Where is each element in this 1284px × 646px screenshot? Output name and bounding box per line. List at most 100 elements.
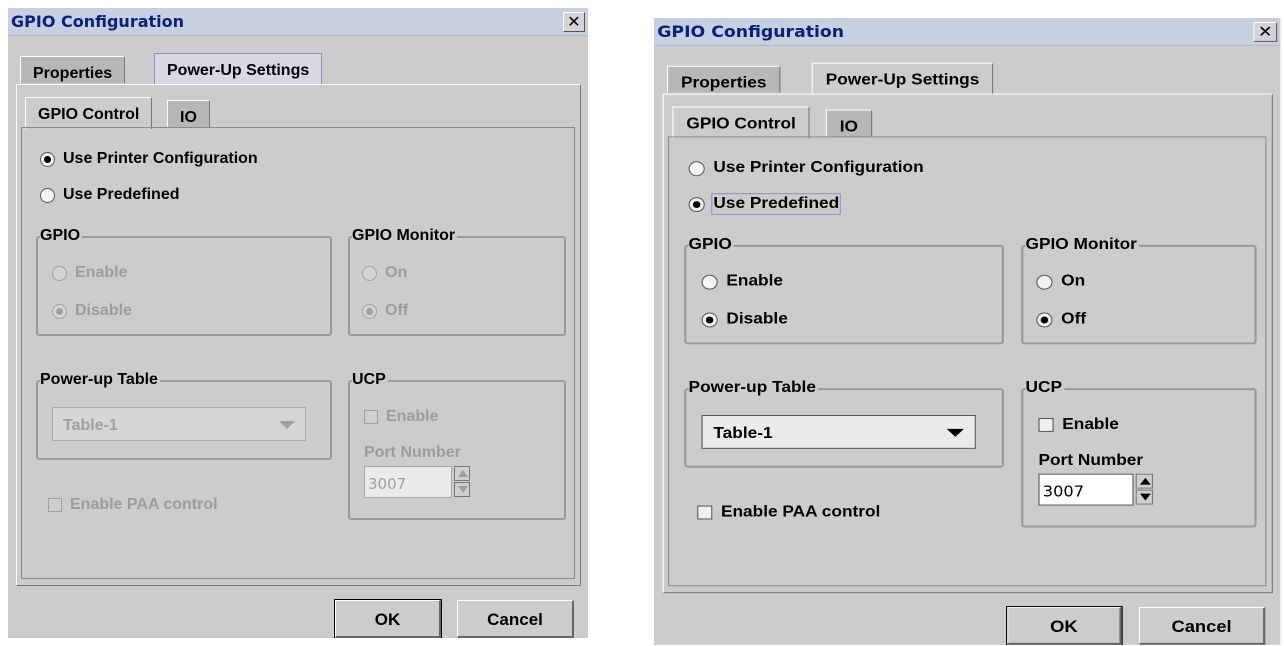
use-printer-config-label: Use Printer Configuration <box>713 159 924 177</box>
enable-paa-checkbox[interactable]: Enable PAA control <box>697 504 880 522</box>
ucp-group: UCP Enable Port Number 3007 <box>348 371 566 520</box>
use-printer-config-radio[interactable]: Use Printer Configuration <box>40 150 258 168</box>
gpio-disable-label: Disable <box>75 302 132 319</box>
gpio-control-panel: Use Printer Configuration Use Predefined… <box>21 127 575 579</box>
tab-power-up-settings-label: Power-Up Settings <box>167 62 310 79</box>
use-predefined-radio[interactable]: Use Predefined <box>688 193 842 216</box>
gpio-monitor-group-title: GPIO Monitor <box>352 227 458 245</box>
dialog-title: GPIO Configuration <box>657 21 845 41</box>
radio-indicator <box>52 303 67 319</box>
gpio-monitor-off-label: Off <box>385 302 409 319</box>
spin-down-icon[interactable] <box>454 482 470 497</box>
radio-indicator <box>701 274 718 290</box>
tab-power-up-settings-label: Power-Up Settings <box>825 71 980 89</box>
gpio-monitor-off-radio[interactable]: Off <box>362 302 408 320</box>
spin-down-icon[interactable] <box>1135 489 1153 505</box>
tab-io[interactable]: IO <box>167 100 210 127</box>
spin-up-icon[interactable] <box>1135 473 1153 489</box>
ok-button[interactable]: OK <box>1006 606 1123 645</box>
dropdown-arrow-icon <box>279 421 295 429</box>
gpio-monitor-on-label: On <box>385 264 408 281</box>
radio-indicator <box>52 265 67 281</box>
tab-power-up-settings[interactable]: Power-Up Settings <box>154 53 323 85</box>
gpio-disable-radio[interactable]: Disable <box>701 310 788 329</box>
ucp-enable-checkbox[interactable]: Enable <box>364 408 438 426</box>
gpio-group-title: GPIO <box>40 227 83 245</box>
dialog-title: GPIO Configuration <box>11 12 185 31</box>
gpio-enable-label: Enable <box>726 272 784 290</box>
gpio-monitor-on-radio[interactable]: On <box>1036 273 1085 291</box>
gpio-monitor-on-radio[interactable]: On <box>362 264 407 282</box>
use-predefined-label: Use Predefined <box>711 193 842 216</box>
enable-paa-label: Enable PAA control <box>720 503 881 521</box>
tab-io[interactable]: IO <box>825 109 873 137</box>
radio-indicator <box>40 187 55 203</box>
close-icon[interactable]: ✕ <box>563 12 585 32</box>
cancel-button[interactable]: Cancel <box>457 600 574 638</box>
ok-button[interactable]: OK <box>334 599 442 638</box>
gpio-enable-radio[interactable]: Enable <box>701 272 784 291</box>
power-up-table-group: Power-up Table Table-1 <box>684 379 1004 468</box>
gpio-group: GPIO Enable Disable <box>684 235 1004 345</box>
gpio-enable-label: Enable <box>75 264 128 281</box>
tab-properties-label: Properties <box>33 65 113 82</box>
gpio-disable-label: Disable <box>726 310 788 328</box>
checkbox-indicator <box>1038 417 1054 432</box>
gpio-control-panel: Use Printer Configuration Use Predefined… <box>668 136 1267 587</box>
radio-indicator <box>1036 312 1053 327</box>
radio-indicator <box>362 303 377 319</box>
gpio-monitor-off-label: Off <box>1061 310 1087 328</box>
cancel-button[interactable]: Cancel <box>1138 607 1266 645</box>
port-number-input[interactable]: 3007 <box>1038 473 1134 506</box>
tab-io-label: IO <box>839 118 859 136</box>
checkbox-indicator <box>364 410 378 424</box>
tab-gpio-control[interactable]: GPIO Control <box>672 106 810 139</box>
use-printer-config-radio[interactable]: Use Printer Configuration <box>688 159 924 177</box>
tab-io-label: IO <box>180 109 197 126</box>
power-up-table-group-title: Power-up Table <box>40 371 160 389</box>
gpio-monitor-off-radio[interactable]: Off <box>1036 311 1086 329</box>
enable-paa-label: Enable PAA control <box>70 496 218 513</box>
tab-power-up-settings[interactable]: Power-Up Settings <box>811 62 994 95</box>
title-bar: GPIO Configuration ✕ <box>654 18 1281 46</box>
port-number-label: Port Number <box>1038 451 1144 469</box>
power-up-settings-panel: GPIO Control IO Use Printer Configuratio… <box>16 84 581 586</box>
power-up-table-value: Table-1 <box>63 417 118 434</box>
use-predefined-label: Use Predefined <box>63 186 180 203</box>
enable-paa-checkbox[interactable]: Enable PAA control <box>48 496 218 514</box>
use-predefined-radio[interactable]: Use Predefined <box>40 186 179 204</box>
gpio-monitor-group: GPIO Monitor On Off <box>1021 235 1257 345</box>
ucp-enable-checkbox[interactable]: Enable <box>1038 416 1119 434</box>
ucp-group: UCP Enable Port Number 3007 <box>1021 379 1257 528</box>
power-up-table-select[interactable]: Table-1 <box>701 415 976 449</box>
dropdown-arrow-icon <box>946 428 964 437</box>
power-up-table-value: Table-1 <box>713 424 773 442</box>
power-up-table-select[interactable]: Table-1 <box>52 407 306 441</box>
radio-indicator <box>701 312 718 327</box>
ucp-enable-label: Enable <box>1062 416 1119 433</box>
ok-label: OK <box>374 610 401 629</box>
gpio-group-title: GPIO <box>688 235 734 254</box>
tab-properties[interactable]: Properties <box>20 56 126 83</box>
radio-indicator <box>40 151 55 167</box>
use-printer-config-label: Use Printer Configuration <box>63 150 258 167</box>
ucp-group-title: UCP <box>1025 379 1065 398</box>
tab-properties[interactable]: Properties <box>666 65 781 93</box>
tab-gpio-control-label: GPIO Control <box>38 106 140 123</box>
power-up-settings-panel: GPIO Control IO Use Printer Configuratio… <box>662 93 1273 594</box>
gpio-enable-radio[interactable]: Enable <box>52 264 127 282</box>
gpio-disable-radio[interactable]: Disable <box>52 302 132 320</box>
gpio-monitor-group-title: GPIO Monitor <box>1025 235 1140 254</box>
power-up-table-group-title: Power-up Table <box>688 379 819 398</box>
cancel-label: Cancel <box>487 610 543 629</box>
tab-gpio-control[interactable]: GPIO Control <box>25 97 153 129</box>
gpio-monitor-on-label: On <box>1061 272 1086 290</box>
title-bar: GPIO Configuration ✕ <box>8 8 588 36</box>
spin-up-icon[interactable] <box>454 466 470 481</box>
radio-indicator <box>688 160 705 176</box>
close-icon[interactable]: ✕ <box>1253 21 1278 42</box>
port-number-input[interactable]: 3007 <box>364 466 452 498</box>
port-number-label: Port Number <box>364 444 461 461</box>
checkbox-indicator <box>48 498 62 512</box>
ucp-group-title: UCP <box>352 371 388 389</box>
